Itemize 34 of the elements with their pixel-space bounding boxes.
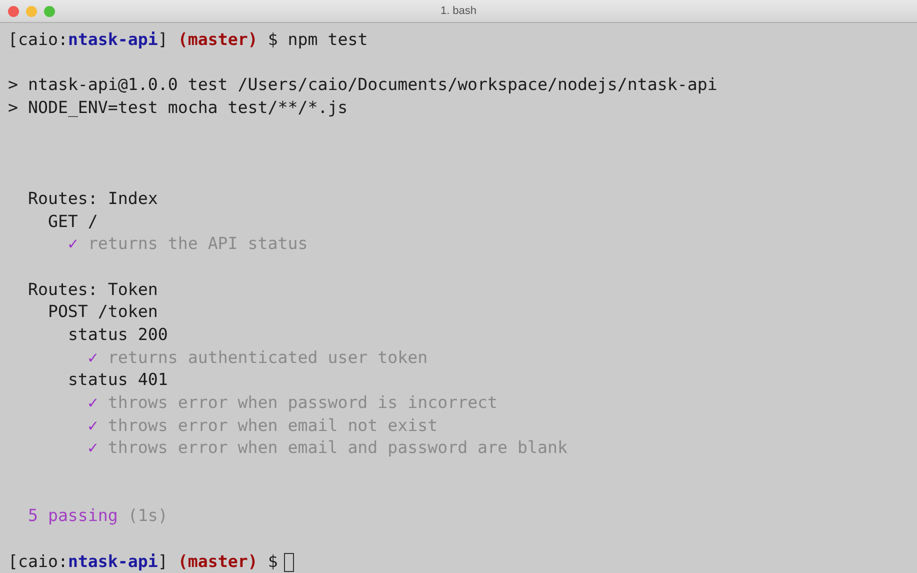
test-title: throws error when email and password are blank	[108, 438, 568, 458]
check-mark: ✓	[88, 348, 98, 367]
script-line: > NODE_ENV=test mocha test/**/*.js	[8, 98, 348, 118]
prompt-branch: (master)	[178, 30, 258, 49]
check-mark: ✓	[88, 416, 98, 435]
check-mark: ✓	[68, 234, 78, 254]
prompt-directory: ntask-api	[68, 552, 158, 571]
suite-title: POST /token	[48, 302, 158, 322]
close-icon[interactable]	[8, 6, 19, 16]
prompt-text: $ npm test	[268, 30, 368, 49]
suite-title: GET /	[48, 212, 98, 230]
prompt-text: ]	[158, 552, 168, 571]
prompt-text: [caio:	[8, 30, 68, 49]
test-title: throws error when email not exist	[108, 416, 438, 435]
suite-title: status 401	[68, 370, 168, 390]
prompt-branch: (master)	[178, 552, 258, 571]
window-title: 1. bash	[440, 5, 477, 17]
zoom-icon[interactable]	[44, 6, 55, 16]
prompt-text: [caio:	[8, 552, 68, 571]
suite-title: Routes: Index	[28, 188, 158, 208]
check-mark: ✓	[88, 393, 98, 412]
passing-count: 5 passing	[28, 506, 118, 526]
test-duration: (1s)	[128, 506, 168, 526]
check-mark: ✓	[88, 438, 98, 458]
prompt-directory: ntask-api	[68, 30, 158, 49]
prompt-text: ]	[158, 30, 168, 49]
test-title: returns authenticated user token	[108, 348, 428, 367]
suite-title: status 200	[68, 324, 168, 344]
script-line: > ntask-api@1.0.0 test /Users/caio/Documents/workspace/nodejs/ntask-api	[8, 75, 718, 94]
minimize-icon[interactable]	[26, 6, 37, 16]
test-title: throws error when password is incorrect	[108, 393, 498, 412]
test-title: returns the API status	[88, 234, 308, 254]
prompt-text: $	[268, 552, 278, 571]
suite-title: Routes: Token	[28, 280, 158, 299]
